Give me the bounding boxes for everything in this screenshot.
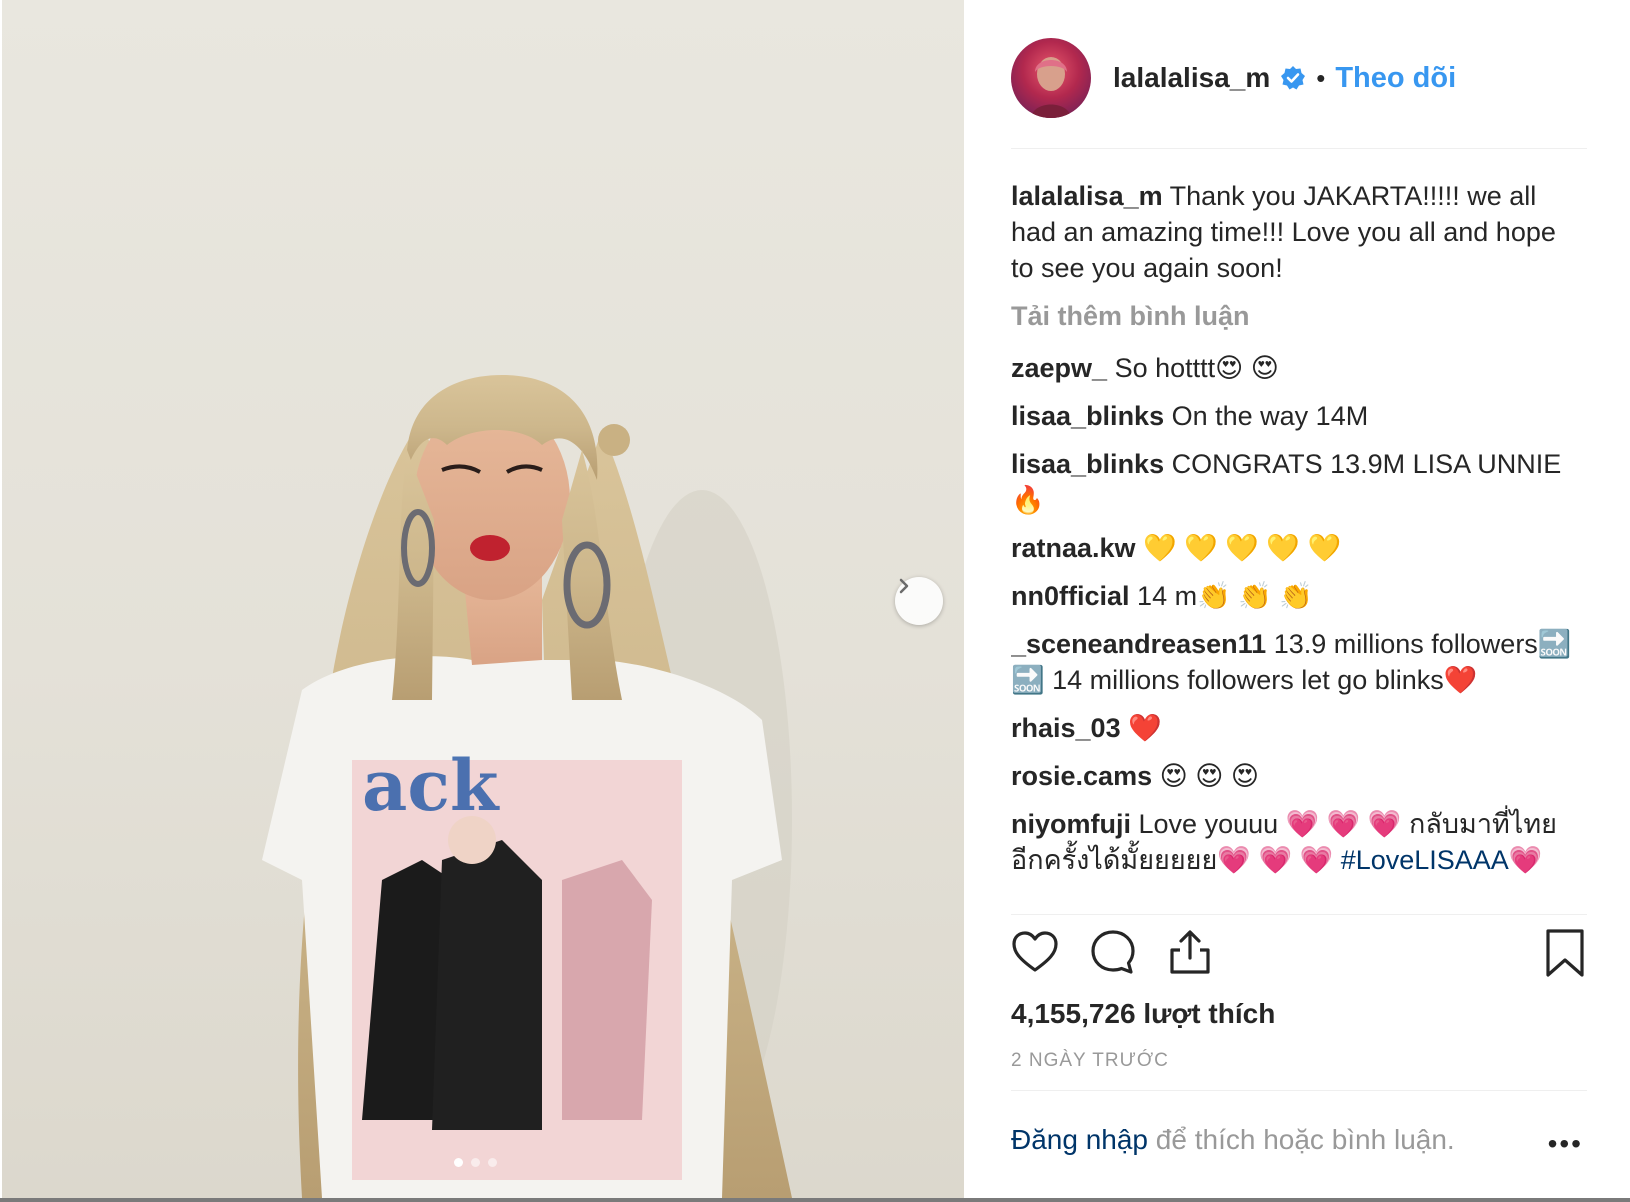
caption-username[interactable]: lalalalisa_m bbox=[1011, 181, 1163, 211]
comment-username[interactable]: rhais_03 bbox=[1011, 713, 1121, 743]
share-icon[interactable] bbox=[1166, 928, 1214, 976]
login-prompt-text: để thích hoặc bình luận. bbox=[1148, 1124, 1455, 1155]
avatar[interactable] bbox=[1011, 38, 1091, 118]
comment-item: lisaa_blinks CONGRATS 13.9M LISA UNNIE 🔥 bbox=[1011, 446, 1581, 518]
likes-count[interactable]: 4,155,726 lượt thích bbox=[1011, 998, 1275, 1030]
header-username[interactable]: lalalalisa_m bbox=[1113, 62, 1270, 94]
carousel-dot bbox=[471, 1158, 480, 1167]
divider bbox=[1011, 148, 1587, 149]
comment-username[interactable]: zaepw_ bbox=[1011, 353, 1107, 383]
svg-text:ack: ack bbox=[362, 744, 500, 827]
comment-username[interactable]: niyomfuji bbox=[1011, 809, 1131, 839]
comment-item: rhais_03 ❤️ bbox=[1011, 710, 1581, 746]
more-options-icon[interactable]: ••• bbox=[1548, 1128, 1583, 1160]
carousel-indicator bbox=[454, 1158, 497, 1167]
window-bottom-border bbox=[0, 1198, 1630, 1202]
bookmark-icon[interactable] bbox=[1543, 928, 1587, 978]
comment-item: rosie.cams 😍 😍 😍 bbox=[1011, 758, 1581, 794]
login-prompt: Đăng nhập để thích hoặc bình luận. ••• bbox=[1011, 1124, 1587, 1159]
comment-text: ❤️ bbox=[1128, 713, 1162, 743]
comment-item: ratnaa.kw 💛 💛 💛 💛 💛 bbox=[1011, 530, 1581, 566]
comment-text: 14 m👏 👏 👏 bbox=[1137, 581, 1313, 611]
comment-item: niyomfuji Love youuu 💗 💗 💗 กลับมาที่ไทยอ… bbox=[1011, 806, 1581, 878]
post-photo[interactable]: ack bbox=[2, 0, 964, 1198]
hashtag-link[interactable]: #LoveLISAAA bbox=[1341, 845, 1509, 875]
comment-text: 😍 😍 😍 bbox=[1159, 761, 1260, 791]
carousel-dot bbox=[488, 1158, 497, 1167]
chevron-right-icon bbox=[899, 578, 909, 594]
heart-icon[interactable] bbox=[1011, 928, 1059, 976]
post-header: lalalalisa_m • Theo dõi bbox=[1011, 38, 1591, 118]
login-link[interactable]: Đăng nhập bbox=[1011, 1124, 1148, 1155]
comment-item: nn0fficial 14 m👏 👏 👏 bbox=[1011, 578, 1581, 614]
caption: lalalalisa_m Thank you JAKARTA!!!!! we a… bbox=[1011, 178, 1581, 286]
divider bbox=[1011, 914, 1587, 915]
comment-text-suffix: 💗 bbox=[1508, 845, 1543, 875]
comment-text: So hotttt😍 😍 bbox=[1114, 353, 1279, 383]
comment-username[interactable]: lisaa_blinks bbox=[1011, 449, 1164, 479]
comments-list: lalalalisa_m Thank you JAKARTA!!!!! we a… bbox=[1011, 178, 1581, 914]
divider bbox=[1011, 1090, 1587, 1091]
comment-username[interactable]: _sceneandreasen11 bbox=[1011, 629, 1266, 659]
action-bar bbox=[1011, 928, 1587, 980]
carousel-dot bbox=[454, 1158, 463, 1167]
post-date: 2 NGÀY TRƯỚC bbox=[1011, 1050, 1169, 1071]
load-more-comments-button[interactable]: Tải thêm bình luận bbox=[1011, 298, 1581, 334]
avatar-illustration bbox=[1031, 57, 1071, 118]
comment-text: 💛 💛 💛 💛 💛 bbox=[1143, 533, 1342, 563]
header-separator: • bbox=[1316, 62, 1326, 93]
comment-username[interactable]: lisaa_blinks bbox=[1011, 401, 1164, 431]
post-side-panel: lalalalisa_m • Theo dõi lalalalisa_m Tha… bbox=[964, 0, 1630, 1198]
comment-icon[interactable] bbox=[1089, 928, 1137, 976]
follow-button[interactable]: Theo dõi bbox=[1335, 62, 1456, 95]
carousel-next-button[interactable] bbox=[895, 577, 943, 625]
comment-item: lisaa_blinks On the way 14M bbox=[1011, 398, 1581, 434]
comment-text: On the way 14M bbox=[1171, 401, 1369, 431]
comment-username[interactable]: ratnaa.kw bbox=[1011, 533, 1136, 563]
comment-username[interactable]: rosie.cams bbox=[1011, 761, 1152, 791]
comment-item: _sceneandreasen11 13.9 millions follower… bbox=[1011, 626, 1581, 698]
photo-illustration: ack bbox=[262, 375, 792, 1198]
comment-username[interactable]: nn0fficial bbox=[1011, 581, 1130, 611]
comment-item: zaepw_ So hotttt😍 😍 bbox=[1011, 350, 1581, 386]
verified-badge-icon bbox=[1281, 66, 1306, 90]
